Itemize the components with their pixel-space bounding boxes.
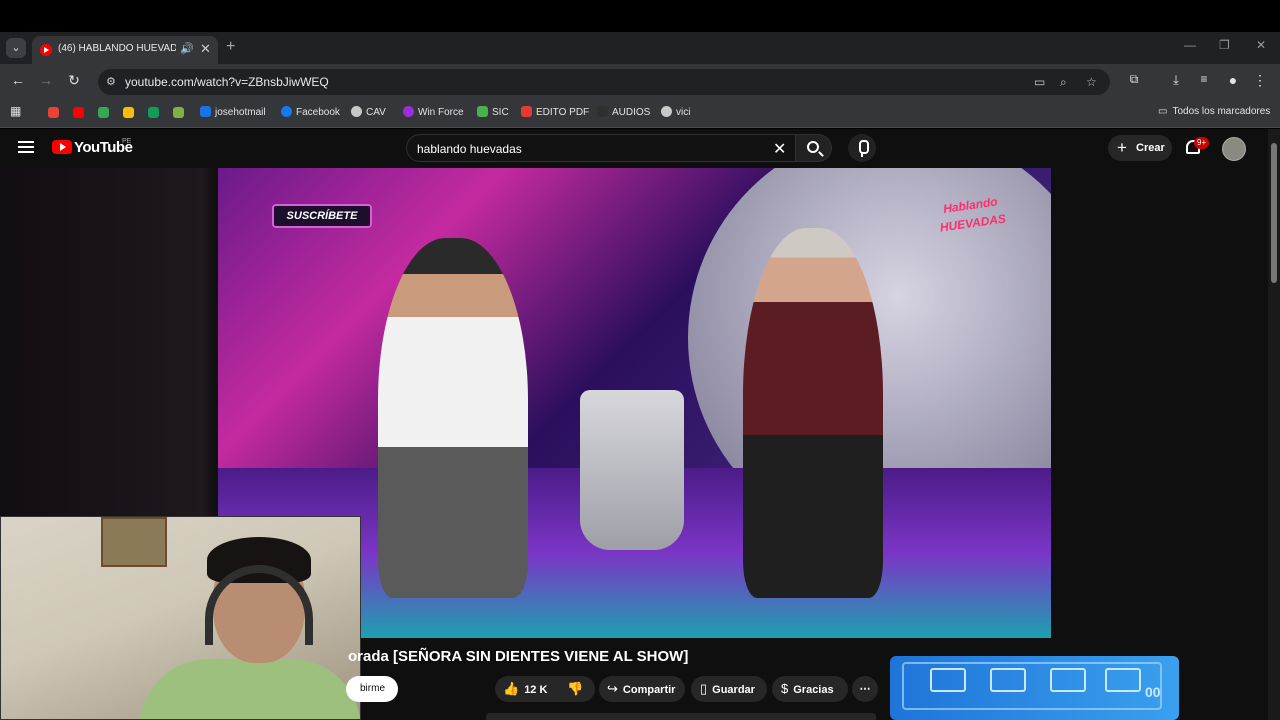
bookmark-cav[interactable]: CAV: [351, 106, 386, 118]
like-button[interactable]: 👍 12 K 👎: [495, 676, 595, 702]
bookmark-star-icon[interactable]: ☆: [1086, 75, 1097, 89]
reload-icon[interactable]: ↻: [64, 72, 84, 89]
restore-icon[interactable]: ❐: [1219, 38, 1230, 52]
bookmark-win-force[interactable]: Win Force: [403, 106, 464, 118]
thanks-button[interactable]: $ Gracias: [772, 676, 848, 702]
folder-icon: ▭: [1158, 106, 1168, 117]
page-scrollbar[interactable]: [1268, 129, 1280, 720]
more-icon: ⋯: [859, 683, 871, 695]
thanks-icon: $: [781, 681, 789, 696]
save-button[interactable]: ▯ Guardar: [691, 676, 767, 702]
thumbnail-box: [1105, 668, 1141, 692]
share-icon: ↪: [607, 681, 618, 696]
site-info-icon[interactable]: ⚙: [106, 75, 116, 88]
thumbnail-box: [1050, 668, 1086, 692]
bookmark-icon[interactable]: [148, 107, 159, 118]
region-code: PE: [122, 138, 132, 145]
bookmark-vici[interactable]: vici: [661, 106, 690, 118]
notification-badge: 9+: [1194, 137, 1210, 149]
address-bar[interactable]: ⚙ youtube.com/watch?v=ZBnsbJiwWEQ ▭ ⌕ ☆: [98, 69, 1110, 95]
recommended-video-thumbnail[interactable]: 00: [890, 656, 1179, 720]
tab-title: (46) HABLANDO HUEVADAS: [58, 43, 176, 54]
bookmark-save-icon: ▯: [700, 681, 708, 696]
viewer-shirt: [139, 659, 360, 719]
youtube-bookmark-icon[interactable]: [73, 107, 84, 118]
clear-search-icon[interactable]: ✕: [773, 139, 786, 159]
scrollbar-thumb[interactable]: [1271, 143, 1277, 283]
host-right: [743, 228, 883, 598]
subscribe-button[interactable]: birme: [346, 676, 398, 702]
speaker-icon[interactable]: 🔊: [180, 42, 194, 55]
all-bookmarks-folder[interactable]: ▭ Todos los marcadores: [1158, 106, 1270, 117]
description-box[interactable]: [486, 713, 876, 720]
host-left: [378, 238, 528, 598]
search-input[interactable]: hablando huevadas ✕: [406, 134, 796, 162]
more-actions-button[interactable]: ⋯: [852, 676, 878, 702]
close-window-icon[interactable]: ✕: [1256, 38, 1266, 52]
bookmark-sic[interactable]: SIC: [477, 106, 509, 118]
extensions-icon[interactable]: ⧉: [1124, 72, 1144, 87]
bookmark-audios[interactable]: AUDIOS: [597, 106, 650, 118]
zoom-icon[interactable]: ⌕: [1060, 75, 1067, 90]
close-tab-icon[interactable]: ✕: [200, 41, 211, 57]
search-query[interactable]: hablando huevadas: [417, 142, 522, 156]
like-count: 12 K: [524, 684, 548, 696]
search-button[interactable]: [796, 134, 832, 162]
thumbnail-digits: 00: [1145, 684, 1161, 700]
apps-icon[interactable]: ▦: [10, 104, 21, 118]
voice-search-icon[interactable]: [848, 134, 876, 162]
forward-icon[interactable]: →: [36, 72, 56, 88]
stage-table: [580, 390, 684, 550]
youtube-page: YouTube PE hablando huevadas ✕ + Crear 9…: [0, 129, 1280, 720]
youtube-logo-icon[interactable]: [52, 140, 72, 154]
active-tab[interactable]: (46) HABLANDO HUEVADAS 🔊 ✕: [32, 36, 218, 64]
share-button[interactable]: ↪ Compartir: [599, 676, 685, 702]
maps-icon[interactable]: [98, 107, 109, 118]
tab-search-button[interactable]: ⌄: [6, 38, 26, 58]
share-label: Compartir: [622, 684, 676, 696]
guide-menu-icon[interactable]: [18, 141, 34, 153]
thumbs-up-icon: 👍: [503, 681, 520, 696]
downloads-icon[interactable]: ⤓: [1166, 72, 1186, 88]
gmail-icon[interactable]: [48, 107, 59, 118]
account-avatar[interactable]: [1222, 137, 1246, 161]
create-label: Crear: [1136, 142, 1165, 154]
drive-icon[interactable]: [123, 107, 134, 118]
plus-icon: +: [1117, 138, 1127, 157]
bookmark-facebook[interactable]: Facebook: [281, 106, 340, 118]
search-icon: [807, 141, 819, 153]
save-label: Guardar: [712, 684, 755, 696]
thumbs-down-icon[interactable]: 👎: [567, 676, 583, 702]
wall-painting: [101, 517, 167, 567]
bookmark-edito-pdf[interactable]: EDITO PDF: [521, 106, 589, 118]
minimize-icon[interactable]: —: [1184, 38, 1196, 52]
navigation-bar: ← → ↻ ⚙ youtube.com/watch?v=ZBnsbJiwWEQ …: [0, 64, 1280, 100]
back-icon[interactable]: ←: [8, 72, 28, 88]
create-button[interactable]: + Crear: [1108, 135, 1172, 161]
thumbnail-box: [990, 668, 1026, 692]
thumbnail-box: [930, 668, 966, 692]
profile-avatar-icon[interactable]: ●: [1223, 72, 1243, 88]
bookmarks-bar: ▦ josehotmail Facebook CAV Win Force SIC…: [0, 100, 1280, 128]
bookmark-josehotmail[interactable]: josehotmail: [200, 106, 266, 118]
menu-icon[interactable]: ⋮: [1250, 72, 1270, 89]
webcam-overlay: [0, 516, 361, 720]
video-title: orada [SEÑORA SIN DIENTES VIENE AL SHOW]: [348, 648, 689, 665]
new-tab-icon[interactable]: +: [226, 38, 235, 56]
install-app-icon[interactable]: ▭: [1034, 75, 1045, 89]
youtube-favicon-icon: [40, 44, 52, 56]
media-controls-icon[interactable]: ≡: [1194, 72, 1214, 86]
subscribe-overlay: SUSCRÍBETE: [272, 204, 372, 228]
show-logo-overlay: Hablando HUEVADAS: [938, 194, 1007, 235]
window-top-bar: [0, 0, 1280, 32]
tab-strip: ⌄ (46) HABLANDO HUEVADAS 🔊 ✕: [0, 32, 1280, 64]
youtube-header: YouTube PE hablando huevadas ✕ + Crear 9…: [0, 129, 1268, 168]
check-icon[interactable]: [173, 107, 184, 118]
thanks-label: Gracias: [793, 684, 834, 696]
url-text[interactable]: youtube.com/watch?v=ZBnsbJiwWEQ: [125, 75, 329, 89]
